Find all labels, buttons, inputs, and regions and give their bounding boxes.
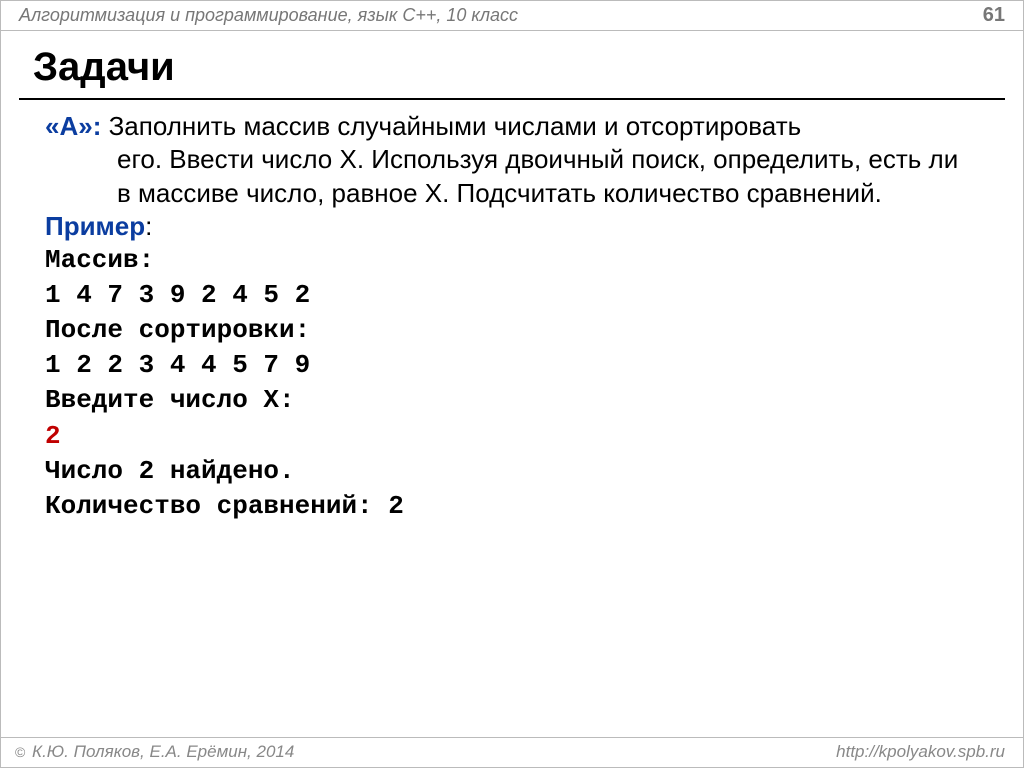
page-title: Задачи bbox=[1, 31, 1023, 98]
copyright: © К.Ю. Поляков, Е.А. Ерёмин, 2014 bbox=[15, 742, 294, 762]
course-title: Алгоритмизация и программирование, язык … bbox=[19, 5, 518, 26]
page-number: 61 bbox=[983, 4, 1005, 27]
example-line: 1 2 2 3 4 4 5 7 9 bbox=[45, 348, 979, 383]
task-text-rest: его. Ввести число X. Используя двоичный … bbox=[45, 143, 979, 210]
example-line: После сортировки: bbox=[45, 313, 979, 348]
task-block: «A»: Заполнить массив случайными числами… bbox=[45, 110, 979, 210]
slide: Алгоритмизация и программирование, язык … bbox=[0, 0, 1024, 768]
copyright-text: К.Ю. Поляков, Е.А. Ерёмин, 2014 bbox=[27, 742, 294, 761]
header-bar: Алгоритмизация и программирование, язык … bbox=[1, 1, 1023, 31]
task-label: «A»: bbox=[45, 111, 101, 141]
example-line: Массив: bbox=[45, 243, 979, 278]
example-line-input: 2 bbox=[45, 419, 979, 454]
example-heading: Пример: bbox=[45, 210, 979, 243]
example-label: Пример bbox=[45, 211, 145, 241]
example-colon: : bbox=[145, 211, 152, 241]
slide-body: «A»: Заполнить массив случайными числами… bbox=[1, 100, 1023, 524]
copyright-icon: © bbox=[15, 744, 27, 760]
task-text-first: Заполнить массив случайными числами и от… bbox=[109, 111, 802, 141]
example-line: Число 2 найдено. bbox=[45, 454, 979, 489]
footer-url: http://kpolyakov.spb.ru bbox=[836, 742, 1005, 762]
example-output: Массив: 1 4 7 3 9 2 4 5 2 После сортиров… bbox=[45, 243, 979, 524]
example-line: Количество сравнений: 2 bbox=[45, 489, 979, 524]
footer-bar: © К.Ю. Поляков, Е.А. Ерёмин, 2014 http:/… bbox=[1, 737, 1023, 767]
example-line: 1 4 7 3 9 2 4 5 2 bbox=[45, 278, 979, 313]
example-line: Введите число X: bbox=[45, 383, 979, 418]
